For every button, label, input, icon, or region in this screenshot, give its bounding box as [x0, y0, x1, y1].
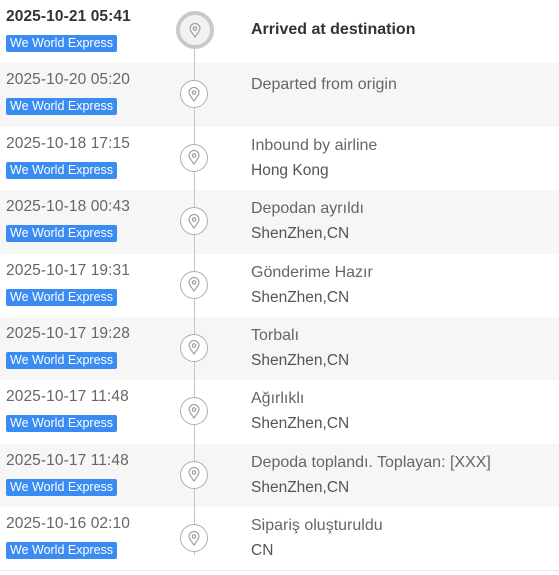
event-location: Hong Kong [251, 161, 329, 179]
event-time: 2025-10-18 00:43 [6, 198, 130, 216]
tracking-timeline: 2025-10-21 05:41 We World Express Arrive… [0, 0, 559, 571]
event-location: CN [251, 542, 274, 560]
event-location: ShenZhen,CN [251, 225, 350, 243]
timeline-event: 2025-10-21 05:41 We World Express Arrive… [0, 0, 559, 63]
carrier-badge: We World Express [6, 161, 118, 179]
carrier-badge: We World Express [6, 35, 118, 52]
event-time: 2025-10-20 05:20 [6, 71, 130, 89]
event-status: Torbalı [251, 326, 300, 344]
timeline-event: 2025-10-17 11:48 We World Express Depoda… [0, 443, 559, 508]
timeline-event: 2025-10-18 00:43 We World Express Depoda… [0, 190, 559, 254]
timeline-event: 2025-10-17 11:48 We World Express Ağırlı… [0, 380, 559, 443]
timeline-event: 2025-10-16 02:10 We World Express Sipari… [0, 507, 559, 570]
divider [0, 570, 559, 571]
event-status: Gönderime Hazır [251, 263, 373, 281]
event-location: ShenZhen,CN [251, 288, 350, 306]
event-time: 2025-10-17 19:28 [6, 324, 130, 342]
event-location: ShenZhen,CN [251, 478, 350, 496]
carrier-badge: We World Express [6, 542, 118, 560]
event-time: 2025-10-18 17:15 [6, 134, 130, 152]
carrier-badge: We World Express [6, 98, 118, 116]
location-pin-icon [180, 270, 208, 299]
carrier-badge: We World Express [6, 478, 118, 496]
carrier-badge: We World Express [6, 225, 118, 243]
carrier-badge: We World Express [6, 288, 118, 306]
timeline-event: 2025-10-17 19:31 We World Express Gönder… [0, 254, 559, 317]
event-status: Arrived at destination [251, 21, 416, 38]
event-time: 2025-10-17 11:48 [6, 388, 129, 406]
event-status: Ağırlıklı [251, 390, 305, 408]
location-pin-icon [180, 397, 208, 426]
event-time: 2025-10-16 02:10 [6, 515, 130, 533]
event-status: Departed from origin [251, 76, 397, 94]
event-location: ShenZhen,CN [251, 351, 350, 369]
timeline-event: 2025-10-17 19:28 We World Express Torbal… [0, 316, 559, 381]
event-time: 2025-10-17 11:48 [6, 451, 129, 469]
event-time: 2025-10-17 19:31 [6, 261, 130, 279]
timeline-event: 2025-10-18 17:15 We World Express Inboun… [0, 127, 559, 190]
location-pin-icon [180, 143, 208, 172]
location-pin-icon [180, 460, 208, 489]
event-time: 2025-10-21 05:41 [6, 8, 131, 25]
carrier-badge: We World Express [6, 415, 118, 433]
carrier-badge: We World Express [6, 351, 118, 369]
location-pin-icon [180, 80, 208, 109]
event-status: Depoda toplandı. Toplayan: [XXX] [251, 453, 491, 471]
location-pin-icon [180, 524, 208, 553]
timeline-event: 2025-10-20 05:20 We World Express Depart… [0, 63, 559, 127]
event-status: Depodan ayrıldı [251, 200, 364, 218]
event-location: ShenZhen,CN [251, 415, 350, 433]
location-pin-icon [180, 207, 208, 236]
location-pin-icon [176, 11, 214, 49]
event-status: Inbound by airline [251, 136, 378, 154]
event-status: Sipariş oluşturuldu [251, 517, 383, 535]
location-pin-icon [180, 333, 208, 362]
